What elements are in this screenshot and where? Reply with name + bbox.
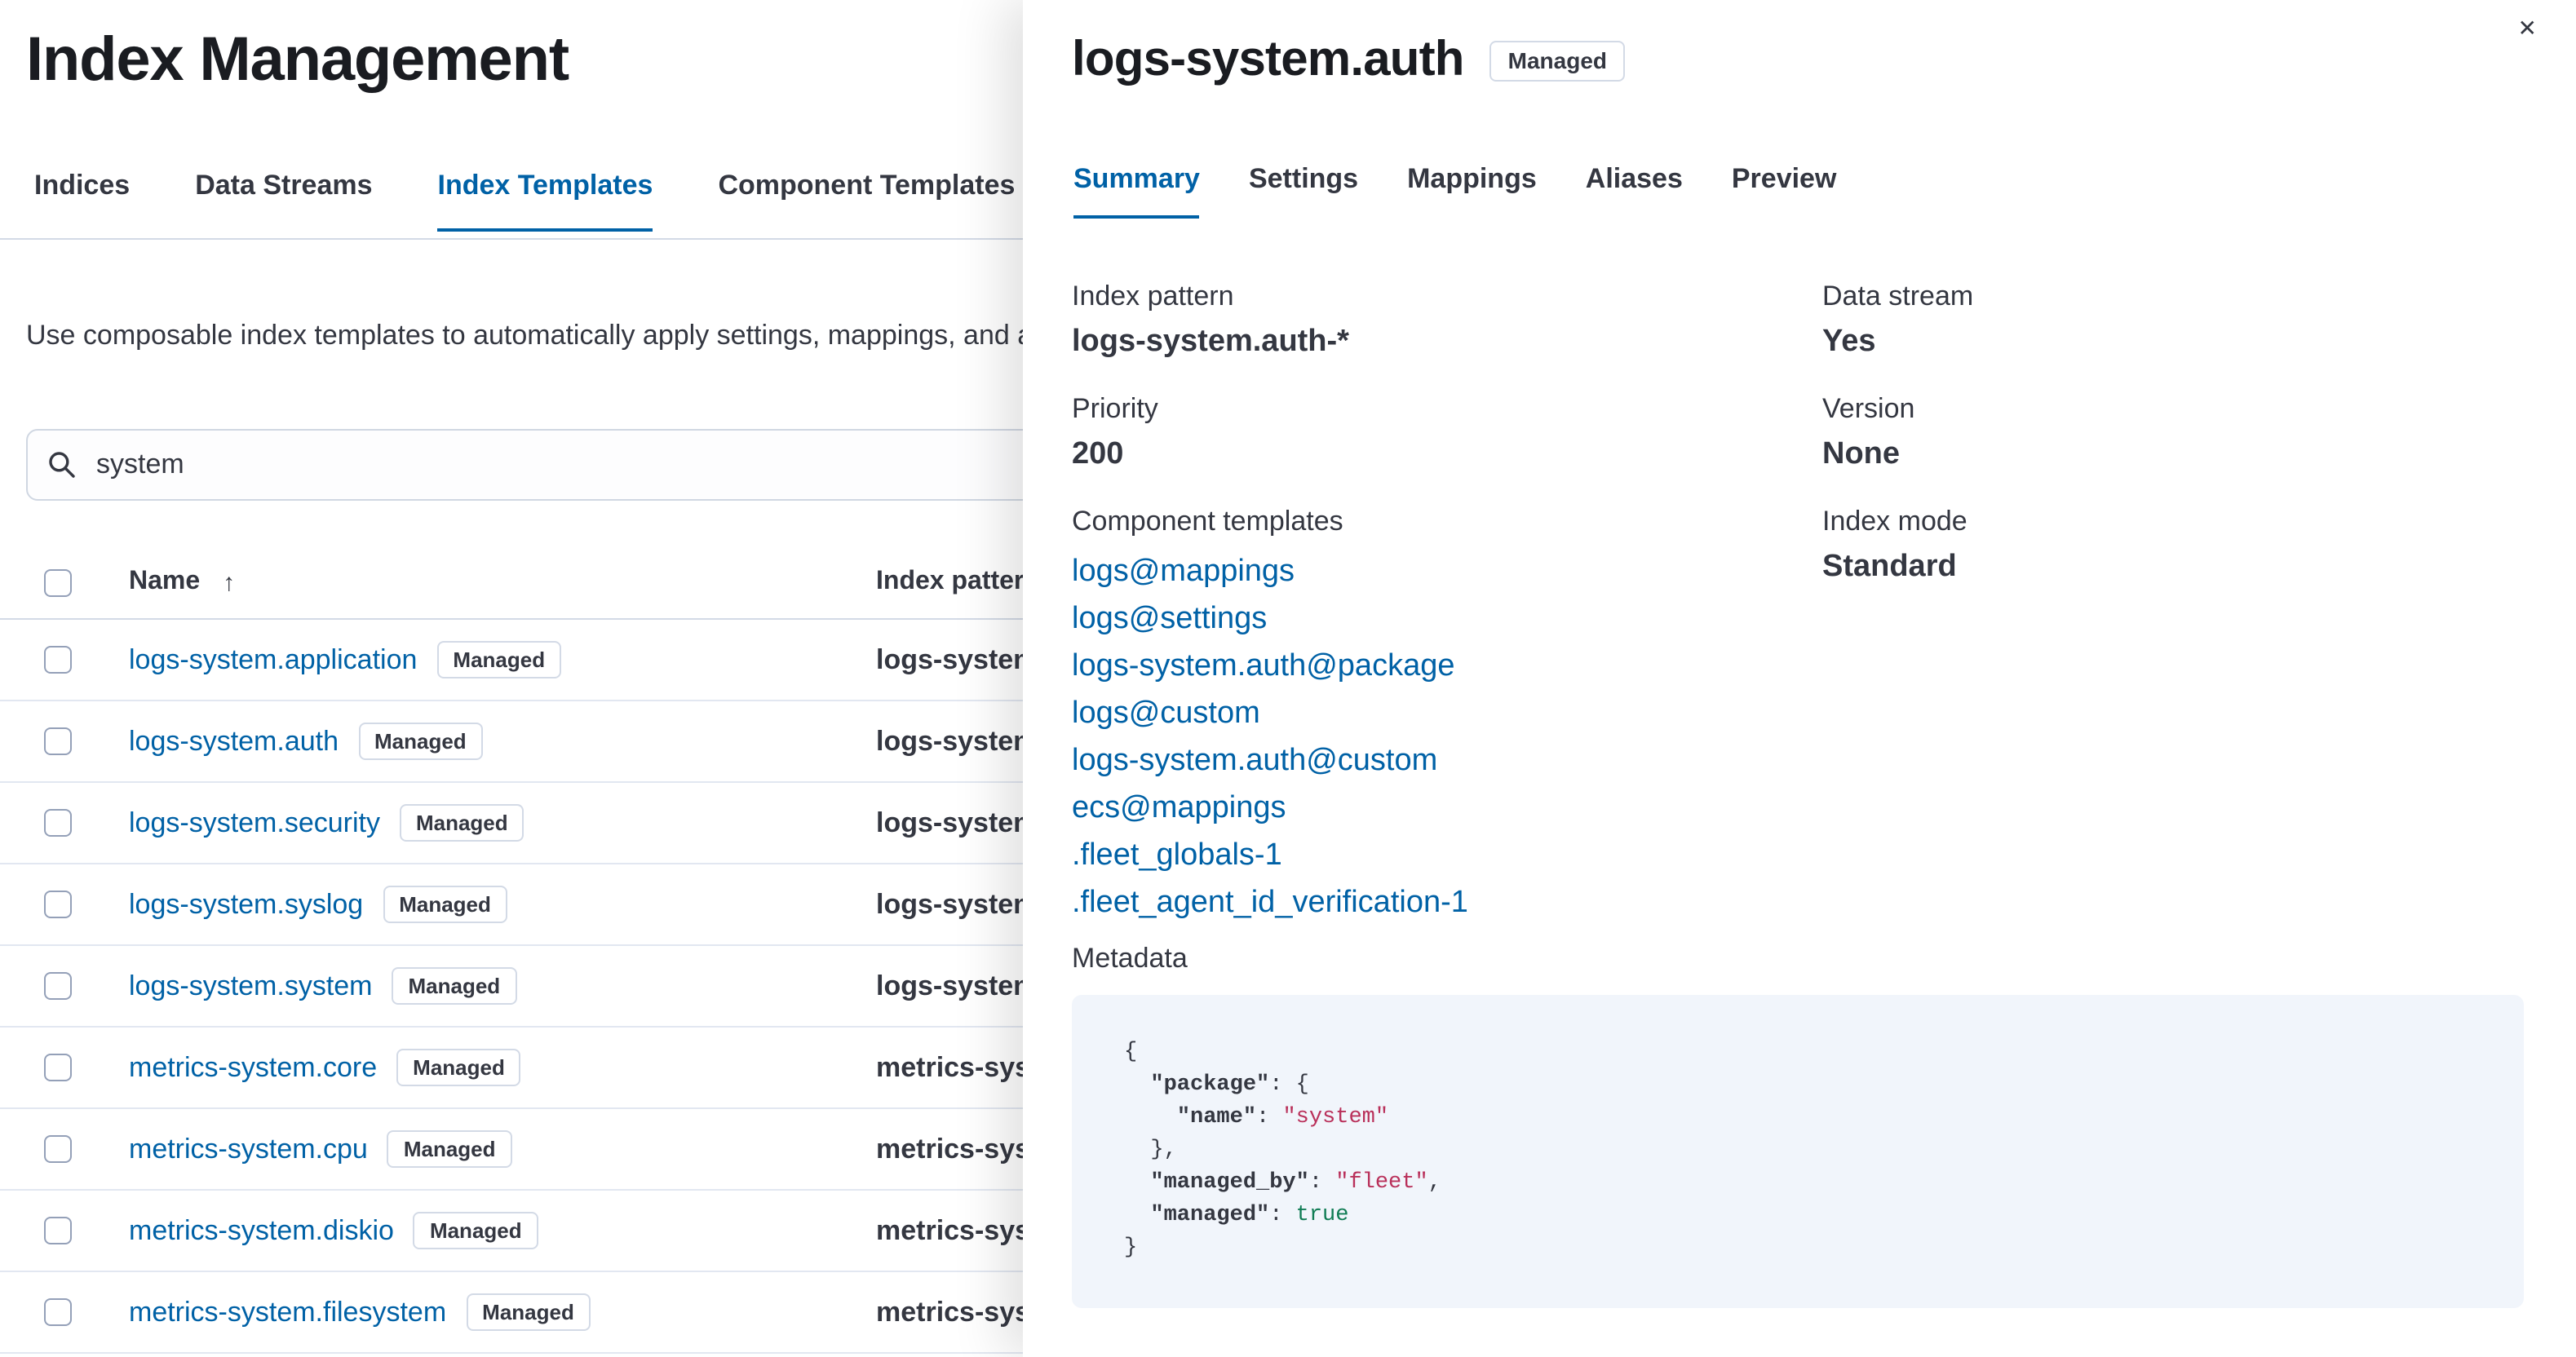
priority-label: Priority (1072, 393, 1158, 424)
template-name-link[interactable]: logs-system.system (129, 970, 373, 1002)
template-name-link[interactable]: logs-system.auth (129, 725, 339, 758)
index-pattern-value: logs-system.auth-* (1072, 325, 1349, 359)
flyout-tabs: Summary Settings Mappings Aliases Preview (1073, 163, 1836, 219)
row-checkbox[interactable] (44, 1217, 72, 1244)
flyout-tab-aliases[interactable]: Aliases (1586, 163, 1683, 219)
row-checkbox[interactable] (44, 1298, 72, 1326)
sort-ascending-icon: ↑ (223, 568, 236, 596)
component-template-link[interactable]: logs-system.auth@package (1072, 643, 1822, 690)
template-name-link[interactable]: metrics-system.cpu (129, 1133, 368, 1165)
managed-badge: Managed (392, 967, 517, 1005)
tab-data-streams[interactable]: Data Streams (195, 170, 372, 232)
managed-badge: Managed (387, 1130, 512, 1168)
template-name-link[interactable]: metrics-system.filesystem (129, 1296, 446, 1328)
row-checkbox[interactable] (44, 809, 72, 837)
component-templates-list: logs@mappings logs@settings logs-system.au… (1072, 548, 1822, 926)
component-template-link[interactable]: logs@mappings (1072, 548, 1822, 595)
template-name-link[interactable]: logs-system.application (129, 643, 417, 676)
component-template-link[interactable]: logs-system.auth@custom (1072, 737, 1822, 785)
data-stream-value: Yes (1822, 325, 1876, 359)
flyout-tab-mappings[interactable]: Mappings (1407, 163, 1537, 219)
managed-badge: Managed (413, 1212, 538, 1249)
managed-badge: Managed (358, 723, 483, 760)
template-name-link[interactable]: metrics-system.diskio (129, 1214, 394, 1247)
summary-left-column: Index pattern logs-system.auth-* Priorit… (1072, 277, 1822, 926)
template-name-link[interactable]: logs-system.syslog (129, 888, 363, 921)
row-checkbox[interactable] (44, 646, 72, 674)
metadata-section: Metadata { "package": { "name": "system"… (1072, 939, 2524, 1308)
metadata-label: Metadata (1072, 943, 1188, 974)
version-label: Version (1822, 393, 1915, 424)
priority-value: 200 (1072, 437, 1124, 471)
select-all-checkbox[interactable] (44, 568, 72, 596)
managed-badge: Managed (383, 886, 507, 923)
summary-right-column: Data stream Yes Version None Index mode … (1822, 277, 2524, 926)
index-pattern-label: Index pattern (1072, 281, 1234, 312)
managed-badge: Managed (396, 1049, 521, 1086)
row-checkbox[interactable] (44, 1135, 72, 1163)
component-templates-label: Component templates (1072, 506, 1343, 537)
metadata-code: { "package": { "name": "system" }, "mana… (1072, 995, 2524, 1308)
tab-indices[interactable]: Indices (34, 170, 130, 232)
version-value: None (1822, 437, 1900, 471)
flyout-tab-preview[interactable]: Preview (1732, 163, 1837, 219)
row-checkbox[interactable] (44, 1054, 72, 1081)
component-template-link[interactable]: .fleet_globals-1 (1072, 832, 1822, 879)
row-checkbox[interactable] (44, 727, 72, 755)
search-icon (49, 452, 75, 478)
page-title: Index Management (26, 26, 569, 95)
component-template-link[interactable]: .fleet_agent_id_verification-1 (1072, 879, 1822, 926)
flyout-tab-settings[interactable]: Settings (1249, 163, 1358, 219)
tab-component-templates[interactable]: Component Templates (718, 170, 1015, 232)
row-checkbox[interactable] (44, 891, 72, 918)
flyout-title: logs-system.auth (1072, 33, 1464, 86)
index-mode-label: Index mode (1822, 506, 1967, 537)
component-template-link[interactable]: logs@settings (1072, 595, 1822, 643)
flyout-managed-badge: Managed (1489, 40, 1626, 81)
column-header-name[interactable]: Name (129, 568, 200, 597)
flyout-summary: Index pattern logs-system.auth-* Priorit… (1072, 277, 2524, 1308)
managed-badge: Managed (466, 1293, 591, 1331)
index-mode-value: Standard (1822, 550, 1957, 584)
page-tabs: Indices Data Streams Index Templates Compon… (34, 170, 1015, 232)
flyout-header: logs-system.auth Managed (1072, 33, 1626, 88)
flyout-tab-summary[interactable]: Summary (1073, 163, 1200, 219)
tab-index-templates[interactable]: Index Templates (437, 170, 653, 232)
template-details-flyout: ✕ logs-system.auth Managed Summary Settin… (1023, 0, 2576, 1357)
template-name-link[interactable]: metrics-system.core (129, 1051, 377, 1084)
close-icon[interactable]: ✕ (2512, 10, 2543, 46)
index-management-screen: Index Management Indices Data Streams Inde… (0, 0, 2576, 1357)
data-stream-label: Data stream (1822, 281, 1974, 312)
template-name-link[interactable]: logs-system.security (129, 807, 380, 839)
managed-badge: Managed (399, 804, 524, 842)
row-checkbox[interactable] (44, 972, 72, 1000)
component-template-link[interactable]: logs@custom (1072, 690, 1822, 737)
managed-badge: Managed (436, 641, 562, 678)
component-template-link[interactable]: ecs@mappings (1072, 785, 1822, 832)
